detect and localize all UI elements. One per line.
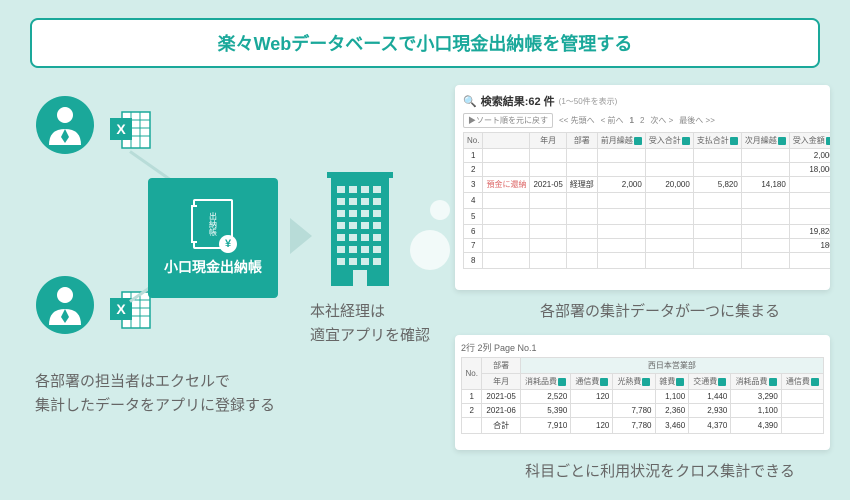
search-result-panel: 🔍 検索結果:62 件 (1〜50件を表示) ▶ソート順を元に戻す << 先頭へ… — [455, 85, 830, 290]
cashbook-label: 小口現金出納帳 — [164, 257, 262, 277]
calc-icon — [682, 137, 690, 145]
caption-right-2: 科目ごとに利用状況をクロス集計できる — [500, 460, 820, 484]
svg-text:X: X — [116, 301, 126, 317]
crosstab-group-header: 西日本営業部 — [520, 358, 823, 374]
col-header — [483, 133, 530, 149]
table-row[interactable]: 4ノート代 — [464, 193, 831, 209]
table-row[interactable]: 合計7,9101207,7803,4604,3704,390 — [462, 418, 824, 434]
pager-current: 1 — [629, 116, 633, 125]
cashbook-app-icon: 出納帳 ¥ 小口現金出納帳 — [148, 178, 278, 298]
col-header: 部署 — [566, 133, 597, 149]
calc-icon — [769, 378, 777, 386]
table-row[interactable]: 22021-065,3907,7802,3602,9301,100 — [462, 404, 824, 418]
pager-total: 2 — [640, 116, 644, 125]
calc-icon — [600, 378, 608, 386]
crosstab-page-label: 2行 2列 Page No.1 — [461, 341, 824, 354]
person-icon-2 — [35, 275, 95, 335]
caption-left: 各部署の担当者はエクセルで集計したデータをアプリに登録する — [35, 370, 335, 418]
calc-icon — [642, 378, 650, 386]
col-header: 年月 — [530, 133, 566, 149]
table-row[interactable]: 619,820 — [464, 225, 831, 239]
table-row[interactable]: 7180 — [464, 239, 831, 253]
calc-icon — [811, 378, 819, 386]
crosstab-panel: 2行 2列 Page No.1 No. 部署 西日本営業部 年月消耗品費通信費光… — [455, 335, 830, 450]
excel-icon-2: X — [108, 288, 152, 332]
col-header: 支払合計 — [693, 133, 741, 149]
table-row[interactable]: 12,000 — [464, 149, 831, 163]
table-row[interactable]: 8タクシー代 — [464, 253, 831, 269]
arrow-icon — [290, 218, 312, 254]
table-row[interactable]: 12021-052,5201201,1001,4403,290 — [462, 390, 824, 404]
caption-right-1: 各部署の集計データが一つに集まる — [500, 300, 820, 324]
table-row[interactable]: 5ボールペン代 — [464, 209, 831, 225]
pager: ▶ソート順を元に戻す << 先頭へ < 前へ 1 2 次へ > 最後へ >> — [463, 113, 822, 128]
col-header: 受入金額 — [789, 133, 830, 149]
pager-last[interactable]: 最後へ >> — [679, 115, 715, 126]
calc-icon — [718, 378, 726, 386]
excel-icon-1: X — [108, 108, 152, 152]
col-header: No. — [464, 133, 483, 149]
title-banner: 楽々Webデータベースで小口現金出納帳を管理する — [30, 18, 820, 68]
yen-badge-icon: ¥ — [219, 235, 237, 253]
calc-icon — [676, 378, 684, 386]
speech-bubble-2 — [430, 200, 450, 220]
building-icon — [325, 168, 395, 288]
calc-icon — [730, 137, 738, 145]
calc-icon — [558, 378, 566, 386]
pager-first[interactable]: << 先頭へ — [559, 115, 595, 126]
col-header: 受入合計 — [645, 133, 693, 149]
col-header: 次月繰越 — [741, 133, 789, 149]
calc-icon — [778, 137, 786, 145]
calc-icon — [826, 137, 830, 145]
calc-icon — [634, 137, 642, 145]
result-table: No.年月部署前月繰越受入合計支払合計次月繰越受入金額摘要12,000218,0… — [463, 132, 830, 269]
svg-text:X: X — [116, 121, 126, 137]
table-row[interactable]: 218,000 — [464, 163, 831, 177]
pager-prev[interactable]: < 前へ — [601, 115, 624, 126]
col-header: 前月繰越 — [597, 133, 645, 149]
table-row[interactable]: 3預金に還納2021-05経理部2,00020,0005,82014,180コピ… — [464, 177, 831, 193]
caption-middle: 本社経理は適宜アプリを確認 — [310, 300, 450, 348]
pager-next[interactable]: 次へ > — [650, 115, 673, 126]
search-result-header: 🔍 検索結果:62 件 (1〜50件を表示) — [463, 93, 822, 109]
crosstab-table: No. 部署 西日本営業部 年月消耗品費通信費光熱費雑費交通費消耗品費通信費 1… — [461, 357, 824, 434]
sort-reset-button[interactable]: ▶ソート順を元に戻す — [463, 113, 553, 128]
search-icon: 🔍 — [463, 95, 477, 108]
ledger-icon: 出納帳 ¥ — [193, 199, 233, 249]
speech-bubble-1 — [410, 230, 450, 270]
person-icon-1 — [35, 95, 95, 155]
